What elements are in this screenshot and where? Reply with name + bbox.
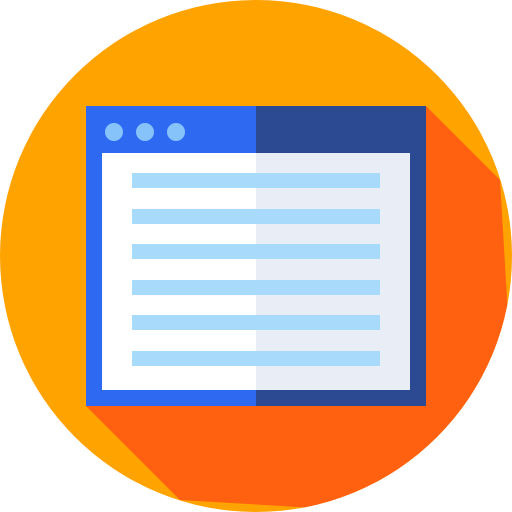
window-dot-1 <box>105 123 123 141</box>
text-line <box>132 351 380 366</box>
text-line <box>132 315 380 330</box>
text-line <box>132 244 380 259</box>
browser-window <box>86 106 426 406</box>
window-dot-3 <box>167 123 185 141</box>
text-line <box>132 209 380 224</box>
window-controls <box>105 123 185 141</box>
text-line <box>132 173 380 188</box>
browser-window-icon <box>0 0 512 512</box>
icon-canvas <box>0 0 512 512</box>
text-line <box>132 280 380 295</box>
window-dot-2 <box>136 123 154 141</box>
